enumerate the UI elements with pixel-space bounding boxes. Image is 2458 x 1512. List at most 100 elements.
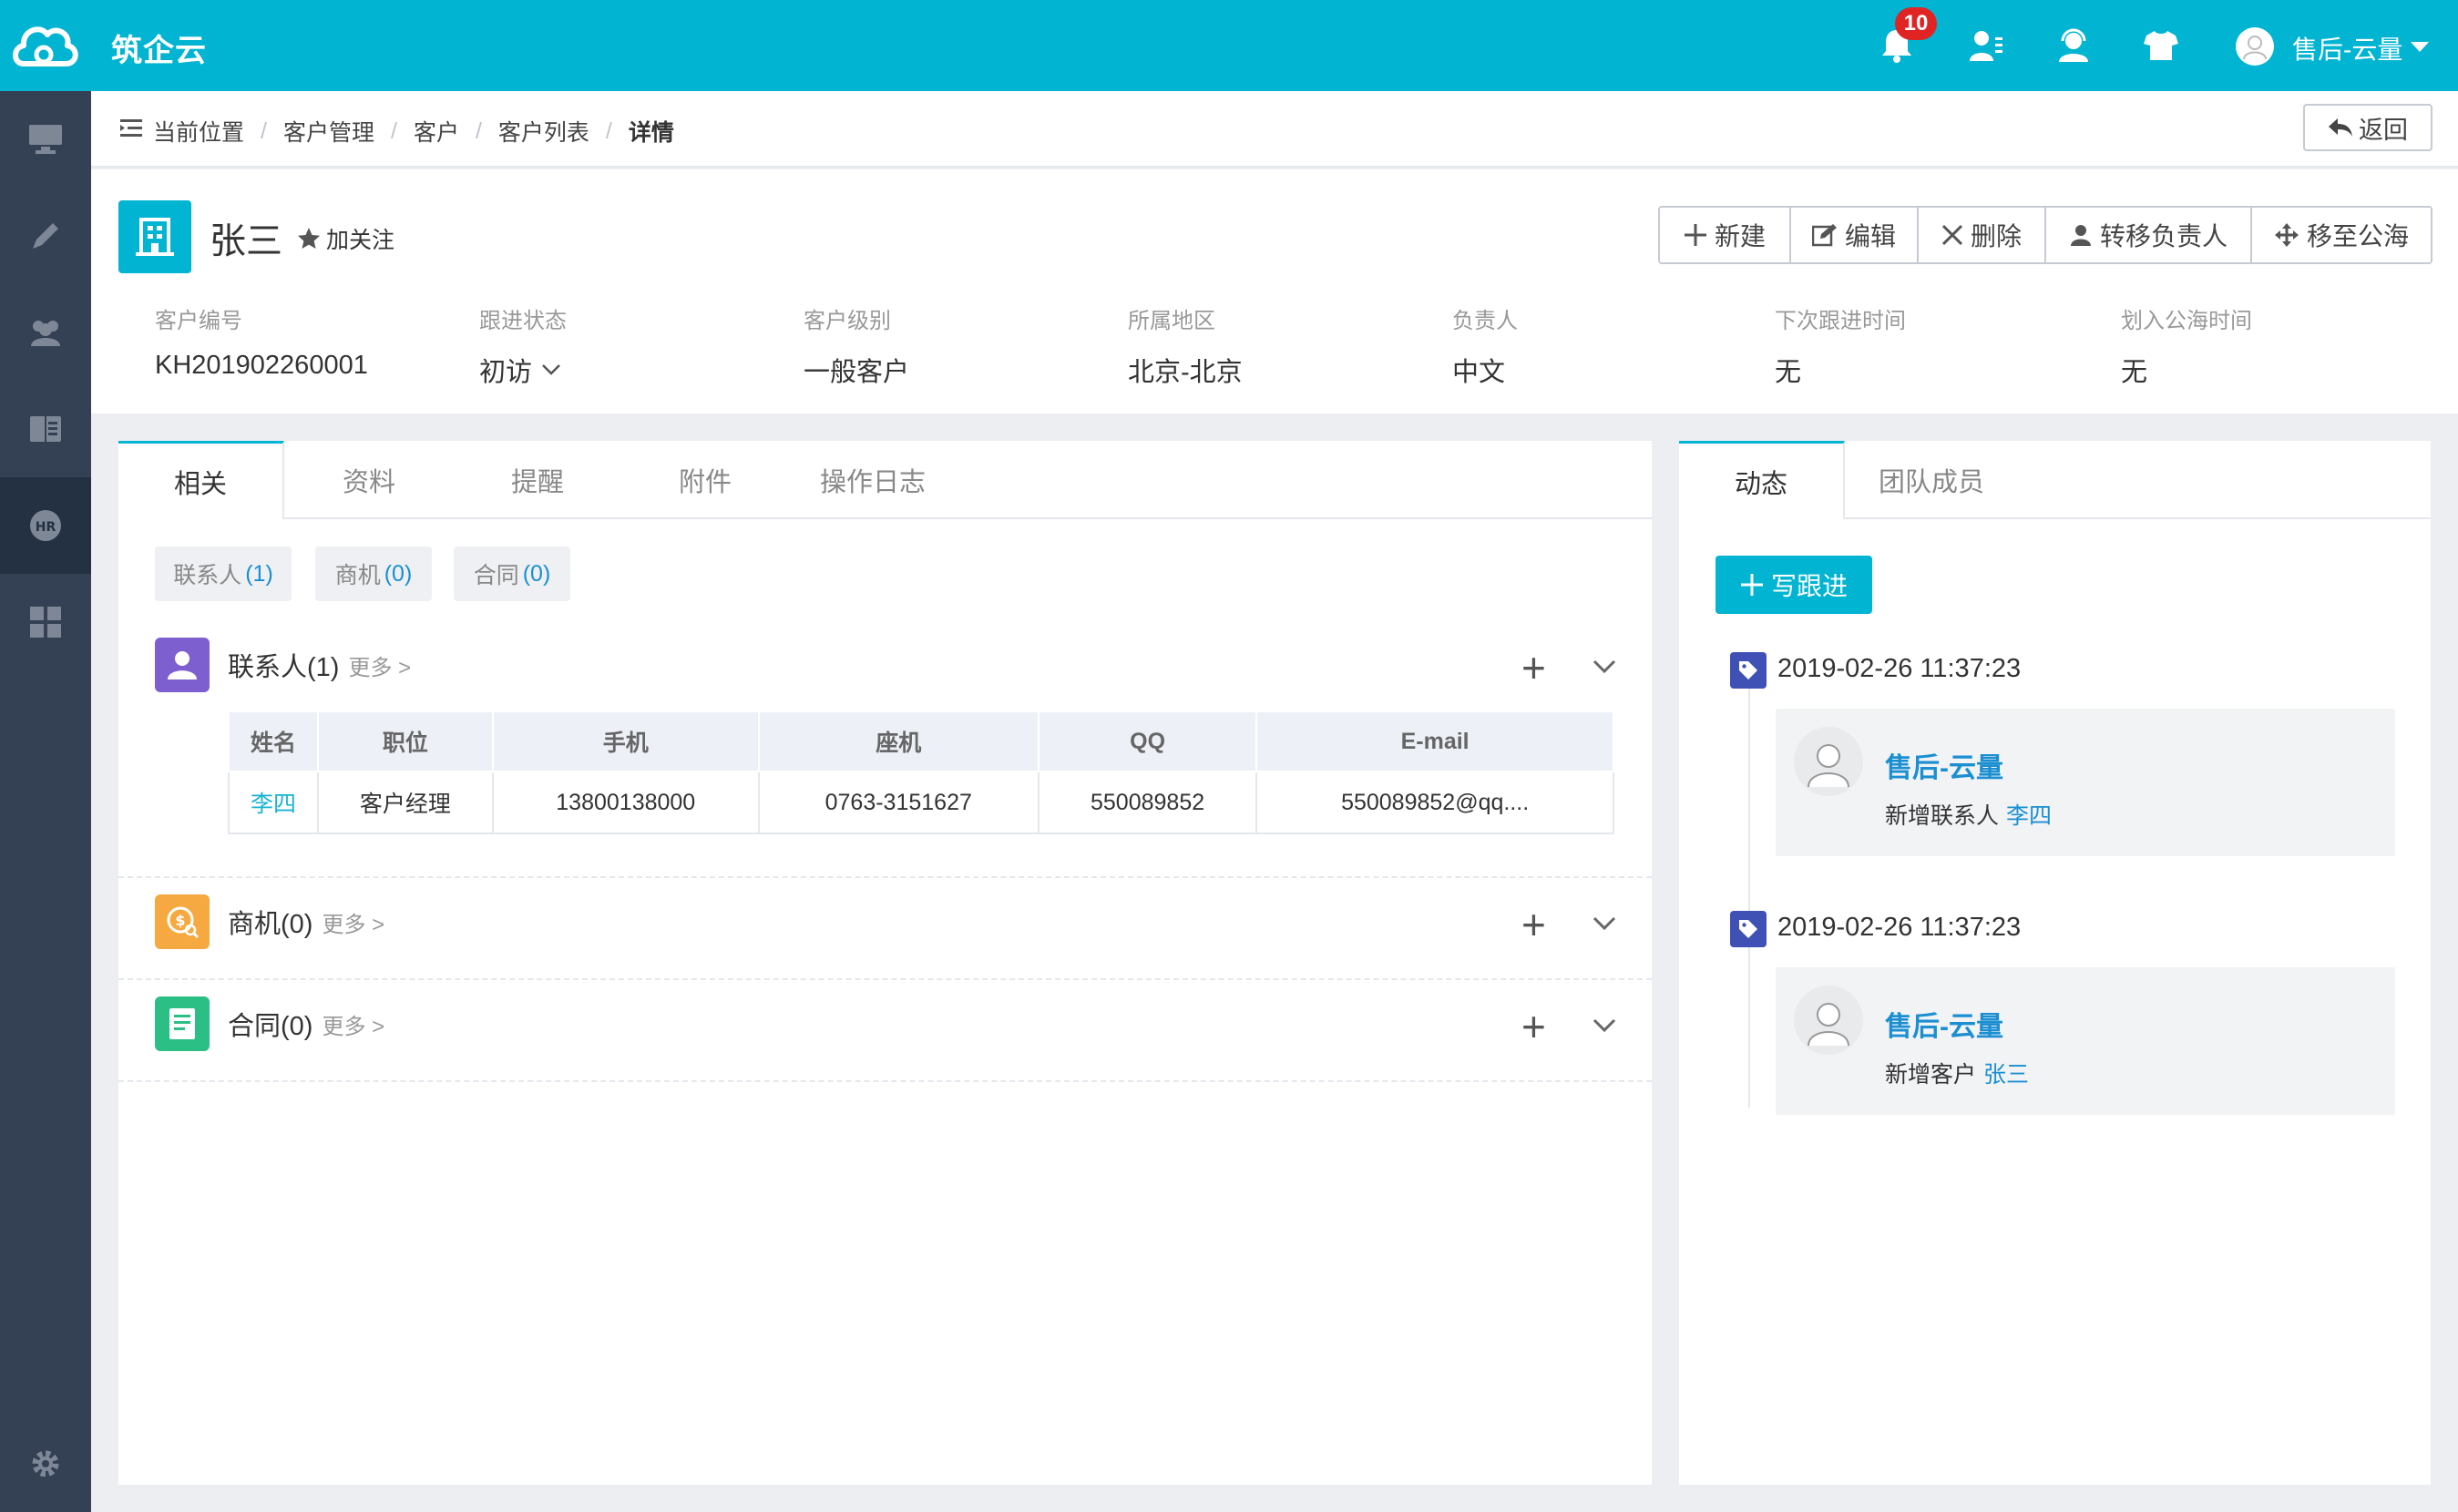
breadcrumb-separator: / — [390, 117, 397, 144]
add-opportunity-icon[interactable]: + — [1521, 904, 1546, 945]
tab-reminders[interactable]: 提醒 — [454, 441, 621, 519]
timeline-description: 新增联系人 李四 — [1885, 798, 2052, 831]
table-cell: 0763-3151627 — [757, 771, 1040, 834]
book-icon — [30, 416, 61, 442]
new-button[interactable]: 新建 — [1660, 208, 1791, 262]
tab-related[interactable]: 相关 — [118, 441, 284, 519]
timeline-target-link[interactable]: 张三 — [1983, 1062, 2029, 1088]
breadcrumb-item[interactable]: 客户管理 — [283, 115, 374, 148]
chip-contacts[interactable]: 联系人 (1) — [155, 547, 292, 601]
caret-down-icon[interactable] — [2411, 42, 2429, 52]
sidebar-item-documents[interactable] — [0, 381, 91, 477]
svg-text:$: $ — [175, 912, 185, 929]
info-label: 客户级别 — [804, 309, 891, 333]
sidebar-item-hr[interactable]: HR — [0, 477, 91, 574]
chip-opportunities[interactable]: 商机 (0) — [315, 547, 432, 601]
chip-contracts[interactable]: 合同 (0) — [454, 547, 570, 601]
chip-count: (0) — [522, 560, 551, 587]
timeline-time: 2019-02-26 11:37:23 — [1777, 913, 2022, 942]
chevron-down-icon[interactable] — [1593, 1018, 1616, 1033]
follow-status-value: 初访 — [479, 358, 533, 387]
customer-code-value: KH201902260001 — [155, 351, 368, 380]
section-contacts-header: 联系人(1) 更多 > — [155, 638, 411, 692]
action-button-group: 新建 编辑 删除 转移负责人 移至公海 — [1658, 206, 2432, 264]
follow-button[interactable]: 加关注 — [297, 222, 394, 255]
timeline-time: 2019-02-26 11:37:23 — [1777, 654, 2022, 683]
more-link[interactable]: 更多 > — [322, 1008, 384, 1040]
breadcrumb: 当前位置 / 客户管理 / 客户 / 客户列表 / 详情 — [153, 115, 674, 148]
write-follow-up-button[interactable]: 写跟进 — [1715, 556, 1872, 614]
customer-level-value: 一般客户 — [804, 358, 910, 387]
more-link[interactable]: 更多 > — [348, 649, 411, 681]
tab-team-members[interactable]: 团队成员 — [1845, 441, 2018, 519]
more-link[interactable]: 更多 > — [322, 906, 384, 938]
chip-label: 商机 — [334, 563, 381, 588]
column-header: 座机 — [757, 710, 1040, 772]
table-row: 李四 客户经理 13800138000 0763-3151627 5500898… — [228, 771, 1614, 834]
edit-button[interactable]: 编辑 — [1791, 208, 1919, 262]
info-value: 北京-北京 — [1128, 351, 1243, 389]
breadcrumb-item[interactable]: 客户 — [414, 115, 459, 148]
contacts-icon[interactable] — [1961, 20, 2012, 71]
timeline-user[interactable]: 售后-云量 — [1885, 745, 2003, 785]
sidebar-item-dashboard[interactable] — [0, 91, 91, 188]
sidebar-item-edit[interactable] — [0, 188, 91, 284]
plus-icon — [1740, 574, 1763, 596]
timeline-action: 新增联系人 — [1885, 803, 2000, 829]
contract-document-icon — [155, 996, 210, 1051]
breadcrumb-location: 当前位置 — [153, 120, 245, 146]
chip-label: 合同 — [473, 563, 519, 588]
info-label: 客户编号 — [155, 309, 242, 333]
delete-button[interactable]: 删除 — [1919, 208, 2046, 262]
add-contract-icon[interactable]: + — [1521, 1006, 1546, 1047]
sidebar-item-apps[interactable] — [0, 574, 91, 670]
breadcrumb-current: 详情 — [628, 120, 674, 146]
breadcrumb-bar: 当前位置 / 客户管理 / 客户 / 客户列表 / 详情 返回 — [91, 91, 2458, 168]
chevron-down-icon — [542, 364, 560, 375]
back-label: 返回 — [2359, 116, 2408, 144]
avatar — [1794, 986, 1863, 1055]
sidebar-item-settings[interactable] — [0, 1415, 91, 1512]
add-contact-icon[interactable]: + — [1521, 647, 1546, 689]
breadcrumb-separator: / — [261, 117, 267, 144]
timeline-item: 售后-云量 新增客户 张三 — [1776, 967, 2395, 1115]
user-avatar[interactable] — [2236, 27, 2274, 66]
tab-operation-log[interactable]: 操作日志 — [789, 441, 957, 519]
reply-icon — [2329, 118, 2352, 137]
table-cell: 550089852 — [1037, 771, 1258, 834]
column-header: 姓名 — [228, 710, 319, 772]
contact-name-link[interactable]: 李四 — [228, 771, 319, 834]
section-contracts-header: 合同(0) 更多 > — [155, 996, 384, 1051]
transfer-owner-button[interactable]: 转移负责人 — [2046, 208, 2252, 262]
building-icon — [118, 200, 191, 273]
timeline-item: 售后-云量 新增联系人 李四 — [1776, 709, 2395, 856]
breadcrumb-item[interactable]: 客户列表 — [498, 115, 589, 148]
info-owner: 负责人 中文 — [1452, 302, 1518, 389]
logo[interactable] — [0, 0, 91, 91]
support-agent-icon[interactable] — [2048, 20, 2099, 71]
timeline-user[interactable]: 售后-云量 — [1885, 1004, 2003, 1044]
chevron-down-icon[interactable] — [1593, 659, 1616, 674]
section-title: 联系人(1) — [228, 653, 340, 682]
info-value: 无 — [2121, 351, 2252, 389]
people-icon — [31, 321, 60, 346]
top-bar: 筑企云 10 售后-云量 — [0, 0, 2458, 91]
sidebar-item-customers[interactable] — [0, 284, 91, 381]
chevron-down-icon[interactable] — [1593, 916, 1616, 931]
timeline-target-link[interactable]: 李四 — [2006, 803, 2052, 829]
tag-icon — [1730, 652, 1767, 689]
move-to-pool-button[interactable]: 移至公海 — [2252, 208, 2431, 262]
tab-attachments[interactable]: 附件 — [621, 441, 789, 519]
follow-status-dropdown[interactable]: 初访 — [479, 351, 567, 389]
sidebar: HR — [0, 91, 91, 1512]
info-value: 一般客户 — [804, 351, 909, 389]
info-region: 所属地区 北京-北京 — [1128, 302, 1243, 389]
user-icon — [2070, 225, 2091, 246]
tab-profile[interactable]: 资料 — [284, 441, 454, 519]
back-button[interactable]: 返回 — [2303, 104, 2432, 151]
breadcrumb-separator: / — [605, 117, 612, 144]
user-name[interactable]: 售后-云量 — [2292, 30, 2402, 66]
avatar — [1794, 727, 1863, 796]
tshirt-icon[interactable] — [2135, 20, 2187, 71]
tab-activity[interactable]: 动态 — [1679, 441, 1845, 519]
